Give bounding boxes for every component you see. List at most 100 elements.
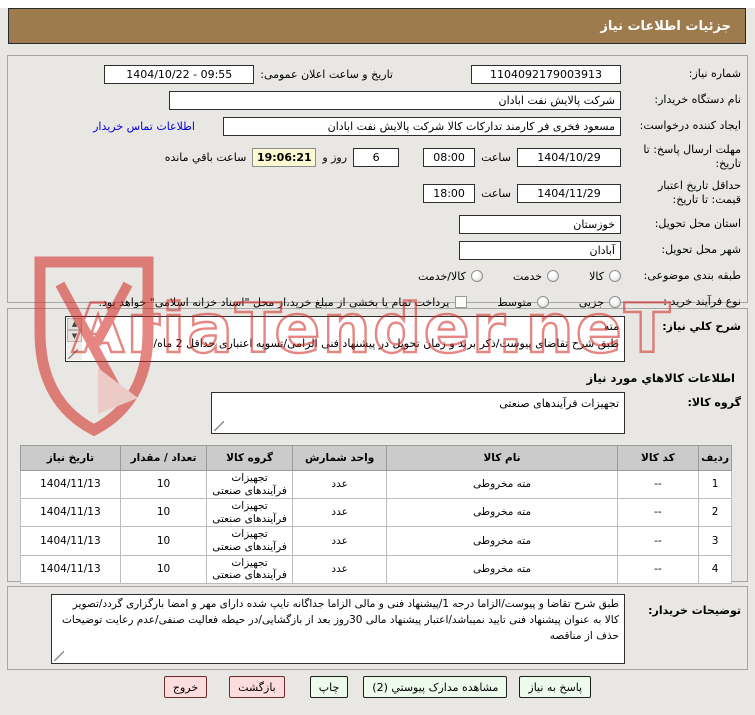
table-cell: 10: [119, 498, 208, 528]
goods-table: ردیف کد کالا نام کالا واحد شمارش گروه کا…: [20, 445, 732, 584]
resize-handle-icon[interactable]: [214, 421, 224, 431]
remaining-days-label: روز و: [322, 150, 348, 164]
need-number-field[interactable]: 1104092179003913: [471, 64, 621, 84]
table-cell: --: [616, 554, 700, 584]
goods-table-header-row: ردیف کد کالا نام کالا واحد شمارش گروه کا…: [20, 445, 732, 471]
goods-group-row: گروه کالا: تجهیزات فرآیندهای صنعتی: [12, 392, 741, 434]
back-button[interactable]: بازگشت: [229, 676, 285, 698]
need-description-row: شرح کلي نیاز: مته طبق شرح تقاضای پیوست/ذ…: [12, 316, 741, 362]
chevron-down-icon[interactable]: ▼: [67, 330, 82, 342]
subject-class-row: طبقه بندی موضوعی: کالا خدمت کالا/خدمت: [12, 263, 741, 289]
remaining-days-field[interactable]: 6: [353, 147, 400, 167]
chevron-up-icon[interactable]: ▲: [67, 318, 82, 330]
subject-class-radio-goods[interactable]: [609, 270, 621, 282]
city-label: شهر محل تحویل:: [661, 242, 741, 256]
buyer-notes-label: توضیحات خریدار:: [648, 604, 741, 617]
table-cell: 1404/11/13: [20, 469, 121, 500]
resize-handle-icon[interactable]: [54, 651, 64, 661]
need-description-textarea[interactable]: مته طبق شرح تقاضای پیوست/ذکر برند و زمان…: [65, 316, 625, 362]
table-cell: 1404/11/13: [20, 498, 121, 528]
request-creator-field[interactable]: مسعود فخری فر کارمند تدارکات کالا شرکت پ…: [223, 116, 621, 136]
countdown-label: ساعت باقي مانده: [164, 150, 247, 164]
response-deadline-row: مهلت ارسال پاسخ: تا تاریخ: 1404/10/29 سا…: [12, 139, 741, 175]
page-top-strip: [0, 0, 755, 8]
response-deadline-hour-field[interactable]: 08:00: [423, 147, 476, 167]
table-row: 1 -- مته مخروطی عدد تجهیزات فرآیندهای صنعتی 1…: [20, 469, 732, 500]
price-validity-row: حداقل تاریخ اعتبار قیمت: تا تاریخ: 1404/…: [12, 175, 741, 211]
action-buttons: پاسخ به نیاز مشاهده مدارک پیوستي (2) چاپ…: [0, 676, 755, 698]
table-cell: تجهیزات فرآیندهای صنعتی: [206, 469, 293, 500]
need-description-line1: مته: [603, 320, 619, 333]
table-cell: 1404/11/13: [20, 554, 121, 584]
table-cell: عدد: [291, 554, 388, 584]
city-row: شهر محل تحویل: آبادان: [12, 237, 741, 263]
process-type-option-medium: متوسط: [497, 295, 532, 309]
need-number-row: شماره نیاز: 1104092179003913 تاریخ و ساع…: [12, 61, 741, 87]
table-row: 2 -- مته مخروطی عدد تجهیزات فرآیندهای صنعتی 1…: [20, 498, 732, 528]
table-cell: 4: [698, 554, 732, 584]
table-cell: مته مخروطی: [386, 554, 618, 584]
table-cell: 1404/11/13: [20, 526, 121, 556]
table-cell: عدد: [291, 526, 388, 556]
need-number-label: شماره نیاز:: [688, 66, 741, 80]
view-attachments-button[interactable]: مشاهده مدارک پیوستي (2): [363, 676, 508, 698]
table-cell: عدد: [291, 498, 388, 528]
goods-table-body: 1 -- مته مخروطی عدد تجهیزات فرآیندهای صنعتی 1…: [20, 469, 732, 584]
table-cell: تجهیزات فرآیندهای صنعتی: [206, 498, 293, 528]
table-cell: 10: [119, 526, 208, 556]
subject-class-option-goods: کالا: [589, 269, 604, 283]
subject-class-radio-goods-service[interactable]: [470, 270, 483, 282]
buyer-org-label: نام دستگاه خریدار:: [654, 92, 741, 106]
treasury-payment-note: پرداخت تمام یا بخشی از مبلغ خرید،از محل …: [98, 295, 450, 309]
col-header-group: گروه کالا: [206, 445, 293, 471]
subject-class-radio-service[interactable]: [547, 270, 560, 282]
response-deadline-label: مهلت ارسال پاسخ: تا تاریخ:: [643, 142, 741, 170]
goods-group-textarea[interactable]: تجهیزات فرآیندهای صنعتی: [211, 392, 625, 434]
treasury-payment-checkbox[interactable]: [455, 296, 468, 308]
col-header-quantity: تعداد / مقدار: [119, 445, 208, 471]
subject-class-option-goods-service: کالا/خدمت: [418, 269, 466, 283]
province-label: استان محل تحویل:: [654, 216, 741, 230]
table-cell: --: [616, 526, 700, 556]
goods-section-header: اطلاعات کالاهاي مورد نیاز: [586, 371, 735, 385]
price-validity-hour-label: ساعت: [481, 186, 511, 200]
need-info-panel: شماره نیاز: 1104092179003913 تاریخ و ساع…: [7, 55, 748, 309]
col-header-unit: واحد شمارش: [291, 445, 388, 471]
table-cell: 3: [698, 526, 732, 556]
exit-button[interactable]: خروج: [163, 676, 208, 698]
table-cell: 10: [119, 469, 208, 500]
price-validity-hour-field[interactable]: 18:00: [423, 183, 476, 203]
subject-class-label: طبقه بندی موضوعی:: [643, 268, 741, 282]
province-field[interactable]: خوزستان: [459, 214, 621, 234]
process-type-radio-partial[interactable]: [609, 296, 621, 308]
buyer-org-field[interactable]: شرکت پالایش نفت ابادان: [169, 90, 621, 110]
announce-datetime-field[interactable]: 1404/10/22 - 09:55: [104, 64, 255, 84]
respond-button[interactable]: پاسخ به نیاز: [519, 676, 592, 698]
table-cell: 1: [698, 469, 732, 500]
table-row: 3 -- مته مخروطی عدد تجهیزات فرآیندهای صنعتی 1…: [20, 526, 732, 556]
table-cell: مته مخروطی: [386, 526, 618, 556]
page-title: جزئیات اطلاعات نیاز: [8, 8, 746, 44]
buyer-notes-textarea[interactable]: طبق شرح تقاضا و پیوست/الزاما درجه 1/پیشن…: [51, 594, 625, 664]
table-cell: --: [616, 469, 700, 500]
need-description-label: شرح کلي نیاز:: [662, 320, 741, 333]
buyer-org-row: نام دستگاه خریدار: شرکت پالایش نفت ابادا…: [12, 87, 741, 113]
table-cell: تجهیزات فرآیندهای صنعتی: [206, 554, 293, 584]
price-validity-date-field[interactable]: 1404/11/29: [517, 183, 621, 203]
process-type-label: نوع فرآیند خرید :: [663, 294, 741, 308]
table-cell: مته مخروطی: [386, 469, 618, 500]
resize-handle-icon[interactable]: [68, 349, 78, 359]
table-cell: 10: [119, 554, 208, 584]
process-type-radio-medium[interactable]: [536, 296, 549, 308]
table-cell: 2: [698, 498, 732, 528]
city-field[interactable]: آبادان: [459, 240, 621, 260]
goods-group-label: گروه کالا:: [687, 396, 741, 409]
request-creator-label: ایجاد کننده درخواست:: [639, 118, 741, 132]
subject-class-option-service: خدمت: [512, 269, 543, 283]
buyer-contact-link[interactable]: اطلاعات تماس خریدار: [93, 120, 195, 133]
print-button[interactable]: چاپ: [309, 676, 349, 698]
buyer-notes-panel: توضیحات خریدار: طبق شرح تقاضا و پیوست/ال…: [7, 586, 748, 670]
table-cell: تجهیزات فرآیندهای صنعتی: [206, 526, 293, 556]
response-deadline-date-field[interactable]: 1404/10/29: [517, 147, 621, 167]
province-row: استان محل تحویل: خوزستان: [12, 211, 741, 237]
